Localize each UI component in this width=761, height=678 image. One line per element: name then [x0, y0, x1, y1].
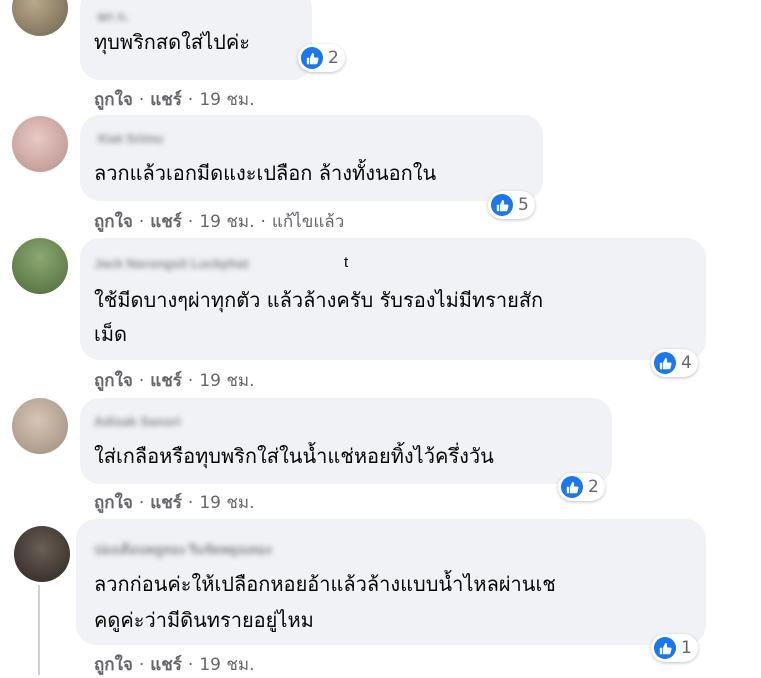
timestamp[interactable]: 19 ชม. — [199, 371, 254, 391]
timestamp[interactable]: 19 ชม. — [199, 212, 254, 232]
avatar[interactable] — [12, 0, 68, 36]
like-icon — [654, 352, 676, 374]
like-link[interactable]: ถูกใจ — [94, 655, 133, 675]
share-link[interactable]: แชร์ — [150, 655, 182, 675]
edited-label[interactable]: แก้ไขแล้ว — [272, 212, 344, 232]
separator: · — [138, 90, 145, 110]
share-link[interactable]: แชร์ — [150, 371, 182, 391]
comment-bubble: Kiat Srimu ลวกแล้วเอกมีดแงะเปลือก ล้างทั… — [80, 115, 543, 201]
separator: · — [138, 212, 145, 232]
comment-text: ลวกก่อนค่ะให้เปลือกหอยอ้าแล้วล้างแบบน้ำไ… — [94, 572, 556, 596]
like-icon — [654, 637, 676, 659]
comment-actions: ถูกใจ · แชร์ · 19 ชม. — [94, 651, 255, 678]
separator: · — [138, 655, 145, 675]
comment-author-suffix: t — [344, 254, 349, 271]
avatar[interactable] — [12, 238, 68, 294]
comment-actions: ถูกใจ · แชร์ · 19 ชม. — [94, 86, 255, 113]
comment-author[interactable]: ปองเดือนพลูทอง ริมจัดพยุณทอง — [94, 539, 271, 560]
avatar[interactable] — [12, 116, 68, 172]
reaction-count[interactable]: 2 — [558, 473, 605, 501]
comment-text: ใส่เกลือหรือทุบพริกใส่ในน้ำแช่หอยทิ้งไว้… — [94, 444, 494, 468]
like-icon — [301, 47, 323, 69]
comment-author[interactable]: Adisak Sanori — [94, 414, 181, 429]
comment-text: ใช้มีดบางๆผ่าทุกตัว แล้วล้างครับ รับรองไ… — [94, 288, 544, 312]
timestamp[interactable]: 19 ชม. — [199, 493, 254, 513]
separator: · — [187, 493, 194, 513]
separator: · — [187, 371, 194, 391]
comment-author[interactable]: Kiat Srimu — [98, 131, 163, 146]
comment-actions: ถูกใจ · แชร์ · 19 ชม. · แก้ไขแล้ว — [94, 208, 344, 235]
reaction-number: 1 — [681, 638, 692, 658]
comment-text: คดูค่ะว่ามีดินทรายอยู่ไหม — [94, 608, 314, 632]
comment-bubble: Adisak Sanori ใส่เกลือหรือทุบพริกใส่ในน้… — [80, 398, 612, 484]
like-icon — [561, 476, 583, 498]
like-link[interactable]: ถูกใจ — [94, 212, 133, 232]
share-link[interactable]: แชร์ — [150, 212, 182, 232]
like-icon — [491, 194, 513, 216]
timestamp[interactable]: 19 ชม. — [199, 90, 254, 110]
comment-bubble: ผก ก. ทุบพริกสดใส่ไปค่ะ — [80, 0, 312, 80]
separator: · — [187, 212, 194, 232]
separator: · — [138, 493, 145, 513]
comment-author[interactable]: ผก ก. — [98, 6, 129, 27]
comment-actions: ถูกใจ · แชร์ · 19 ชม. — [94, 489, 255, 516]
avatar[interactable] — [12, 398, 68, 454]
like-link[interactable]: ถูกใจ — [94, 371, 133, 391]
reaction-count[interactable]: 5 — [488, 191, 535, 219]
like-link[interactable]: ถูกใจ — [94, 90, 133, 110]
reply-thread-line — [38, 585, 40, 675]
reaction-count[interactable]: 1 — [651, 634, 698, 662]
reaction-number: 4 — [681, 353, 692, 373]
comment-author[interactable]: Jack Narongsit Luckphat — [94, 256, 249, 271]
reaction-count[interactable]: 4 — [651, 349, 698, 377]
reaction-count[interactable]: 2 — [298, 44, 345, 72]
separator: · — [187, 90, 194, 110]
comment-bubble: Jack Narongsit Luckphat t ใช้มีดบางๆผ่าท… — [80, 238, 706, 360]
comment-text: ทุบพริกสดใส่ไปค่ะ — [94, 30, 250, 54]
separator: · — [138, 371, 145, 391]
comment-actions: ถูกใจ · แชร์ · 19 ชม. — [94, 367, 255, 394]
like-link[interactable]: ถูกใจ — [94, 493, 133, 513]
reaction-number: 2 — [328, 48, 339, 68]
avatar[interactable] — [14, 526, 70, 582]
separator: · — [187, 655, 194, 675]
share-link[interactable]: แชร์ — [150, 90, 182, 110]
comment-text: เม็ด — [94, 322, 128, 346]
comment-bubble: ปองเดือนพลูทอง ริมจัดพยุณทอง ลวกก่อนค่ะใ… — [76, 519, 706, 645]
reaction-number: 5 — [518, 195, 529, 215]
timestamp[interactable]: 19 ชม. — [199, 655, 254, 675]
reaction-number: 2 — [588, 477, 599, 497]
share-link[interactable]: แชร์ — [150, 493, 182, 513]
comment-text: ลวกแล้วเอกมีดแงะเปลือก ล้างทั้งนอกใน — [94, 161, 437, 185]
separator: · — [260, 212, 266, 232]
